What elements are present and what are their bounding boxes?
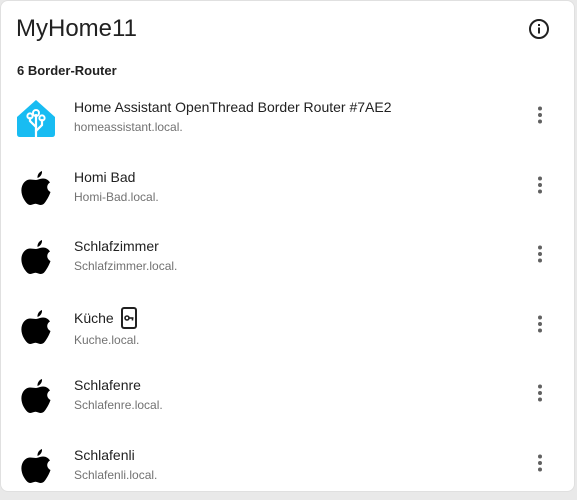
- router-name: Homi Bad: [74, 168, 136, 185]
- list-item[interactable]: Home Assistant OpenThread Border Router …: [1, 87, 574, 157]
- list-item[interactable]: Homi Bad Homi-Bad.local.: [1, 157, 574, 227]
- router-name: Schlafenre: [74, 377, 141, 394]
- router-host: Homi-Bad.local.: [74, 189, 159, 204]
- router-host: Schlafenli.local.: [74, 467, 158, 482]
- list-item[interactable]: Küche Kuche.local.: [1, 296, 574, 366]
- apple-icon: [15, 445, 57, 487]
- router-host: Schlafenre.local.: [74, 398, 163, 413]
- list-item[interactable]: Schlafenre Schlafenre.local.: [1, 365, 574, 435]
- router-name: Schlafzimmer: [74, 238, 159, 255]
- router-host: Schlafzimmer.local.: [74, 259, 178, 274]
- router-host: Kuche.local.: [74, 332, 140, 347]
- list-item[interactable]: Schlafenli Schlafenli.local.: [1, 435, 574, 491]
- card-header: MyHome11: [16, 13, 559, 47]
- thread-network-card: MyHome11 6 Border-Router Home Assistant …: [0, 0, 575, 492]
- overflow-menu-icon[interactable]: [528, 451, 552, 475]
- overflow-menu-icon[interactable]: [528, 103, 552, 127]
- apple-icon: [15, 167, 57, 209]
- network-title: MyHome11: [16, 15, 137, 42]
- info-icon[interactable]: [527, 17, 551, 41]
- overflow-menu-icon[interactable]: [528, 173, 552, 197]
- border-router-list: Home Assistant OpenThread Border Router …: [1, 87, 574, 491]
- router-host: homeassistant.local.: [74, 120, 183, 134]
- apple-icon: [15, 375, 57, 417]
- cellphone-key-icon: [120, 306, 138, 329]
- border-router-count: 6 Border-Router: [17, 63, 117, 78]
- router-name: Schlafenli: [74, 446, 135, 463]
- router-name: Küche: [74, 309, 114, 326]
- overflow-menu-icon[interactable]: [528, 312, 552, 336]
- list-item[interactable]: Schlafzimmer Schlafzimmer.local.: [1, 226, 574, 296]
- apple-icon: [15, 236, 57, 278]
- home-assistant-icon: [15, 97, 57, 139]
- apple-icon: [15, 306, 57, 348]
- overflow-menu-icon[interactable]: [528, 381, 552, 405]
- overflow-menu-icon[interactable]: [528, 242, 552, 266]
- router-name: Home Assistant OpenThread Border Router …: [74, 99, 392, 115]
